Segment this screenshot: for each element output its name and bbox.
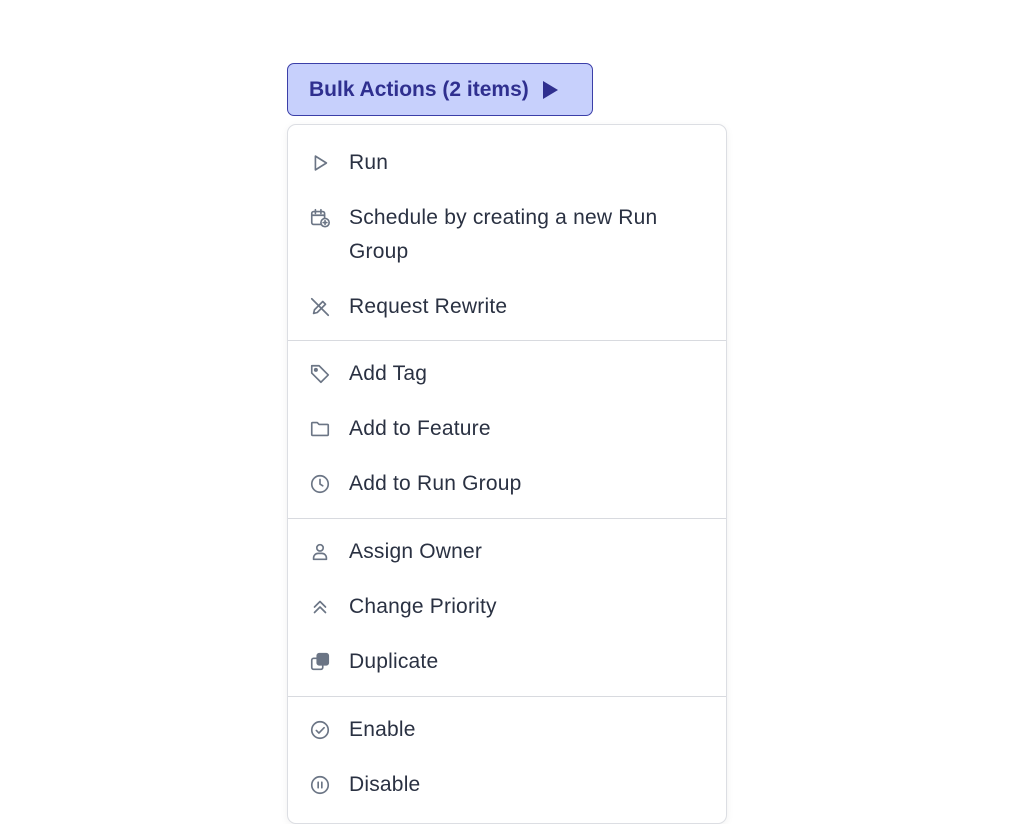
user-icon bbox=[309, 541, 331, 563]
clock-icon bbox=[309, 473, 331, 495]
menu-divider bbox=[288, 696, 726, 697]
menu-item-label: Add to Run Group bbox=[349, 472, 522, 495]
menu-item-change-priority[interactable]: Change Priority bbox=[288, 590, 726, 624]
menu-divider bbox=[288, 518, 726, 519]
menu-item-assign-owner[interactable]: Assign Owner bbox=[288, 535, 726, 569]
menu-item-add-tag[interactable]: Add Tag bbox=[288, 357, 726, 391]
bulk-actions-label: Bulk Actions (2 items) bbox=[309, 77, 529, 101]
menu-item-label: Add to Feature bbox=[349, 417, 491, 440]
pencil-slash-icon bbox=[309, 296, 331, 318]
menu-item-label: Change Priority bbox=[349, 595, 497, 618]
menu-item-duplicate[interactable]: Duplicate bbox=[288, 645, 726, 679]
menu-item-label: Enable bbox=[349, 718, 416, 741]
pause-circle-icon bbox=[309, 774, 331, 796]
menu-item-add-to-feature[interactable]: Add to Feature bbox=[288, 412, 726, 446]
menu-item-disable[interactable]: Disable bbox=[288, 768, 726, 802]
menu-item-label: Request Rewrite bbox=[349, 295, 508, 318]
bulk-actions-button[interactable]: Bulk Actions (2 items) bbox=[287, 63, 593, 116]
menu-item-schedule[interactable]: Schedule by creating a new Run Group bbox=[288, 201, 726, 269]
menu-item-request-rewrite[interactable]: Request Rewrite bbox=[288, 290, 726, 324]
menu-item-label: Schedule by creating a new Run Group bbox=[349, 206, 658, 263]
chevrons-up-icon bbox=[309, 596, 331, 618]
folder-icon bbox=[309, 418, 331, 440]
duplicate-icon bbox=[309, 651, 331, 673]
menu-item-label: Run bbox=[349, 151, 389, 174]
calendar-plus-icon bbox=[309, 207, 331, 229]
menu-item-run[interactable]: Run bbox=[288, 146, 726, 180]
menu-divider bbox=[288, 340, 726, 341]
tag-icon bbox=[309, 363, 331, 385]
menu-item-label: Disable bbox=[349, 773, 421, 796]
check-circle-icon bbox=[309, 719, 331, 741]
bulk-actions-menu: Run Schedule by creating a new Run Group… bbox=[287, 124, 727, 824]
play-outline-icon bbox=[309, 152, 331, 174]
menu-item-label: Duplicate bbox=[349, 650, 439, 673]
menu-item-label: Add Tag bbox=[349, 362, 428, 385]
menu-item-label: Assign Owner bbox=[349, 540, 483, 563]
menu-item-add-to-run-group[interactable]: Add to Run Group bbox=[288, 467, 726, 501]
play-icon bbox=[542, 80, 558, 99]
menu-item-enable[interactable]: Enable bbox=[288, 713, 726, 747]
